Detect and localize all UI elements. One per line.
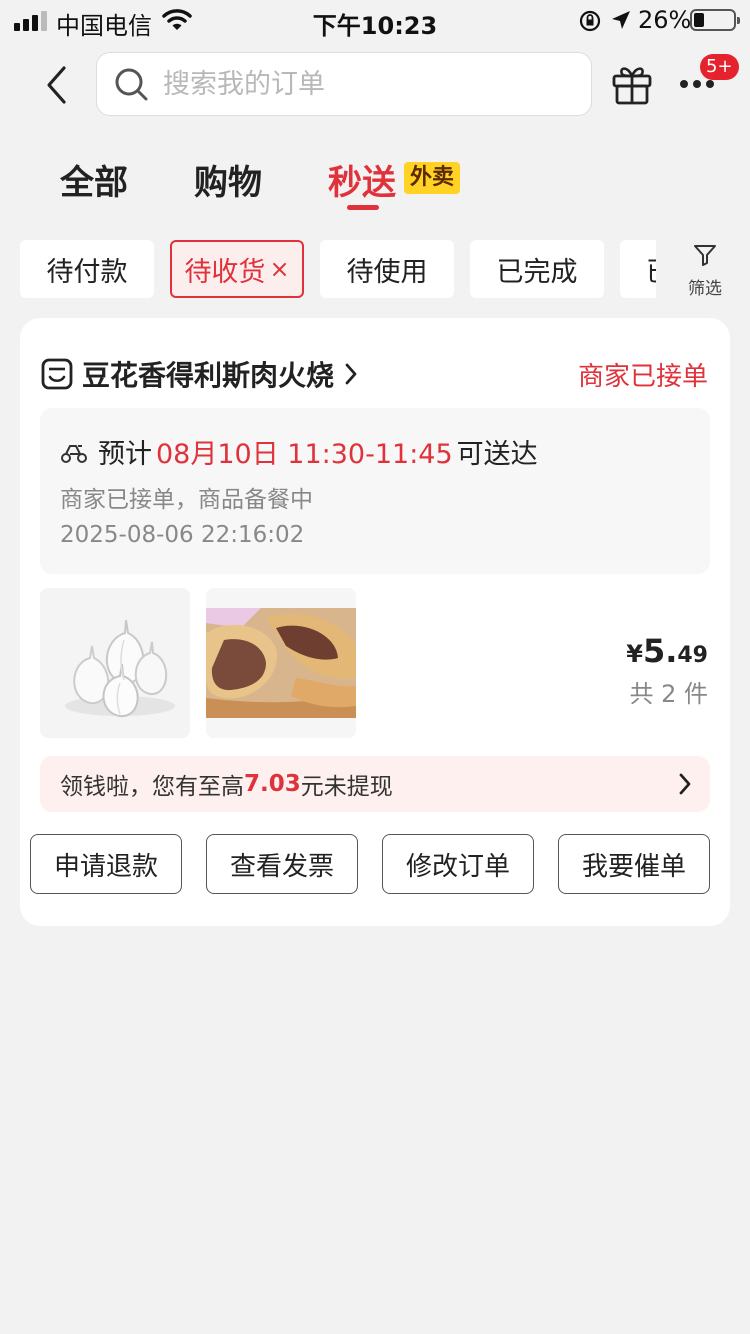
eta-row: 预计 08月10日 11:30-11:45 可送达 bbox=[60, 432, 538, 471]
filter-button[interactable]: 筛选 bbox=[680, 242, 730, 299]
filter-label: 筛选 bbox=[688, 279, 722, 299]
chip-label: 待付款 bbox=[46, 256, 128, 288]
chip-label: 待收货 bbox=[184, 256, 266, 288]
eta-prefix: 预计 bbox=[98, 439, 152, 470]
chip-pending-receipt[interactable]: 待收货 × bbox=[170, 240, 304, 298]
item-quantity: 共 2 件 bbox=[629, 680, 708, 708]
back-icon bbox=[47, 66, 66, 104]
status-bar: 中国电信 下午10:23 26% bbox=[0, 0, 750, 42]
chip-label: 已 bbox=[646, 250, 656, 289]
chip-label: 已完成 bbox=[496, 256, 578, 288]
order-timestamp: 2025-08-06 22:16:02 bbox=[60, 522, 305, 548]
product-image-pastry[interactable] bbox=[206, 588, 356, 738]
chip-to-use[interactable]: 待使用 bbox=[320, 240, 454, 298]
scooter-icon bbox=[61, 444, 87, 463]
close-icon[interactable]: × bbox=[269, 255, 289, 283]
tab-all[interactable]: 全部 bbox=[60, 155, 128, 204]
chevron-right-icon bbox=[679, 773, 691, 795]
gift-icon bbox=[612, 67, 652, 105]
status-filter-chips: 待付款 待收货 × 待使用 已完成 已 bbox=[0, 240, 750, 300]
promo-amount: 7.03 bbox=[244, 771, 301, 797]
shop-name: 豆花香得利斯肉火烧 bbox=[82, 359, 335, 392]
chip-pending-payment[interactable]: 待付款 bbox=[20, 240, 154, 298]
search-input[interactable] bbox=[163, 68, 563, 100]
chevron-right-icon bbox=[345, 363, 357, 385]
battery-percent: 26% bbox=[638, 6, 692, 34]
delivery-info[interactable]: 预计 08月10日 11:30-11:45 可送达 商家已接单，商品备餐中 20… bbox=[40, 408, 710, 574]
price-decimal: 49 bbox=[677, 643, 708, 668]
cashback-banner[interactable]: 领钱啦，您有至高 7.03 元未提现 bbox=[40, 756, 710, 812]
refund-button[interactable]: 申请退款 bbox=[30, 834, 182, 894]
tab-shopping[interactable]: 购物 bbox=[194, 155, 262, 204]
eta-suffix: 可送达 bbox=[456, 439, 538, 470]
price-integer: 5. bbox=[642, 632, 678, 670]
order-actions: 申请退款 查看发票 修改订单 我要催单 bbox=[30, 834, 720, 896]
view-invoice-button[interactable]: 查看发票 bbox=[206, 834, 358, 894]
active-tab-indicator bbox=[347, 205, 379, 210]
promo-text-post: 元未提现 bbox=[300, 774, 393, 800]
takeout-tag: 外卖 bbox=[404, 162, 461, 194]
chip-more[interactable]: 已 bbox=[620, 240, 656, 298]
order-status: 商家已接单 bbox=[577, 362, 708, 392]
filter-icon bbox=[694, 245, 716, 266]
order-price: ¥5.49 bbox=[626, 632, 708, 670]
price-currency: ¥ bbox=[626, 640, 643, 668]
store-icon bbox=[41, 358, 73, 390]
gift-button[interactable] bbox=[610, 62, 654, 106]
delivery-status: 商家已接单，商品备餐中 bbox=[60, 487, 313, 513]
chip-label: 待使用 bbox=[346, 256, 428, 288]
back-button[interactable] bbox=[38, 62, 74, 108]
notification-badge: 5+ bbox=[700, 54, 739, 80]
promo-text-pre: 领钱啦，您有至高 bbox=[60, 774, 244, 800]
urge-order-button[interactable]: 我要催单 bbox=[558, 834, 710, 894]
modify-order-button[interactable]: 修改订单 bbox=[382, 834, 534, 894]
search-bar[interactable] bbox=[96, 52, 592, 116]
chip-completed[interactable]: 已完成 bbox=[470, 240, 604, 298]
eta-date: 08月10日 11:30-11:45 bbox=[156, 439, 453, 470]
location-icon bbox=[610, 9, 632, 35]
order-card[interactable]: 豆花香得利斯肉火烧 商家已接单 预计 08月10日 11:30-11:45 可送… bbox=[20, 318, 730, 926]
shop-link[interactable]: 豆花香得利斯肉火烧 bbox=[40, 354, 358, 394]
orientation-lock-icon bbox=[578, 9, 602, 37]
search-icon bbox=[111, 64, 151, 104]
tab-instant-delivery[interactable]: 秒送 bbox=[328, 155, 396, 204]
product-image-garlic[interactable] bbox=[40, 588, 190, 738]
more-icon bbox=[680, 80, 688, 88]
battery-icon bbox=[690, 9, 740, 31]
